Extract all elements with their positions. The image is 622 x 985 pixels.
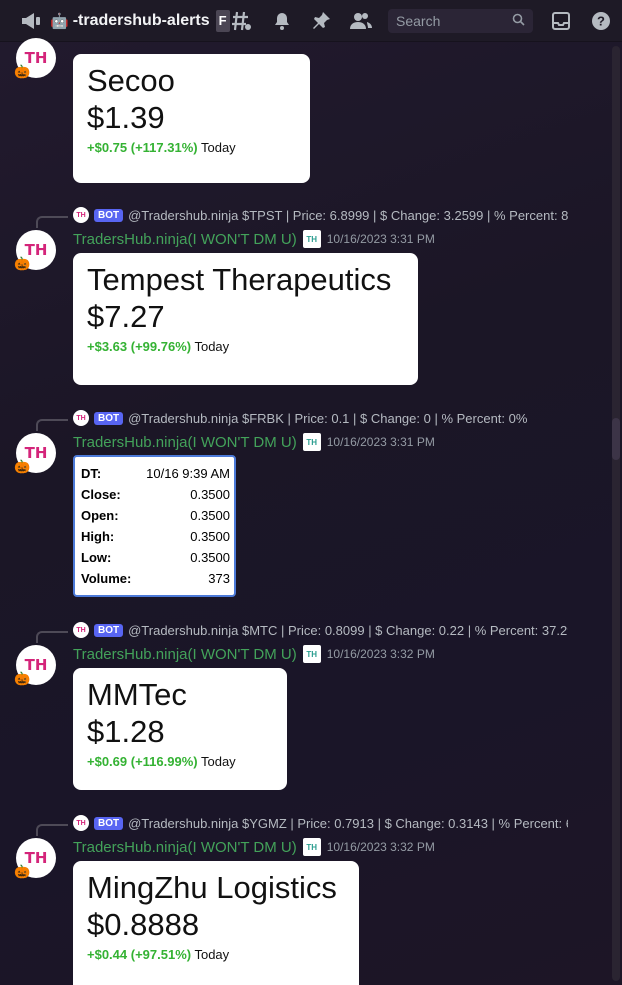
reply-connector (36, 216, 68, 228)
stock-price: $1.39 (87, 100, 165, 136)
search-input[interactable]: Search (388, 9, 533, 33)
stock-change: +$0.69 (+116.99%) Today (87, 754, 236, 770)
reply-preview[interactable]: TH BOT @Tradershub.ninja $YGMZ | Price: … (73, 815, 568, 831)
reply-connector (36, 631, 68, 643)
timestamp: 10/16/2023 3:32 PM (326, 840, 435, 854)
channel-name: 🤖 -tradershub-alerts (50, 11, 210, 30)
table-row: Volume: 373 (81, 571, 230, 586)
table-row: Low: 0.3500 (81, 550, 230, 565)
pumpkin-icon: 🎃 (14, 65, 31, 80)
message-header: TradersHub.ninja(I WON'T DM U) TH 10/16/… (73, 645, 435, 663)
stock-price: $0.8888 (87, 907, 200, 943)
username[interactable]: TradersHub.ninja(I WON'T DM U) (73, 646, 297, 663)
mini-avatar: TH (73, 622, 89, 638)
reply-preview[interactable]: TH BOT @Tradershub.ninja $FRBK | Price: … (73, 410, 568, 426)
stock-change: +$3.63 (+99.76%) Today (87, 339, 230, 355)
reply-text: @Tradershub.ninja $MTC | Price: 0.8099 |… (128, 622, 568, 638)
pumpkin-icon: 🎃 (14, 257, 31, 272)
role-icon: TH (302, 433, 321, 451)
role-icon: TH (302, 645, 321, 663)
timestamp: 10/16/2023 3:31 PM (326, 435, 435, 449)
pin-icon[interactable] (310, 10, 332, 32)
stock-card[interactable]: MingZhu Logistics $0.8888 +$0.44 (+97.51… (73, 861, 359, 985)
threads-icon[interactable] (231, 10, 253, 32)
stock-change: +$0.75 (+117.31%) Today (87, 140, 236, 156)
avatar[interactable]: TH 🎃 (14, 230, 56, 272)
pumpkin-icon: 🎃 (14, 672, 31, 687)
ohlc-table[interactable]: DT: 10/16 9:39 AM Close: 0.3500 Open: 0.350… (73, 455, 236, 597)
mini-avatar: TH (73, 410, 89, 426)
announcement-channel-icon (20, 12, 42, 30)
stock-name: Tempest Therapeutics (87, 262, 392, 297)
avatar[interactable]: TH 🎃 (14, 838, 56, 880)
timestamp: 10/16/2023 3:31 PM (326, 232, 435, 246)
bot-badge: BOT (94, 623, 124, 637)
svg-text:?: ? (597, 14, 605, 29)
stock-card[interactable]: Tempest Therapeutics $7.27 +$3.63 (+99.7… (73, 253, 418, 385)
stock-change: +$0.44 (+97.51%) Today (87, 947, 230, 963)
bot-badge: BOT (94, 411, 124, 425)
reply-connector (36, 824, 68, 836)
reply-preview[interactable]: TH BOT @Tradershub.ninja $TPST | Price: … (73, 207, 568, 223)
search-icon (512, 13, 525, 29)
table-row: High: 0.3500 (81, 529, 230, 544)
scrollbar-thumb[interactable] (612, 418, 620, 460)
mini-avatar: TH (73, 207, 89, 223)
robot-emoji-icon: 🤖 (50, 12, 69, 30)
reply-text: @Tradershub.ninja $TPST | Price: 6.8999 … (128, 207, 568, 223)
channel-header: 🤖 -tradershub-alerts F Search ? (0, 0, 622, 42)
inbox-icon[interactable] (550, 10, 572, 32)
stock-card[interactable]: Secoo $1.39 +$0.75 (+117.31%) Today (73, 54, 310, 183)
username[interactable]: TradersHub.ninja(I WON'T DM U) (73, 839, 297, 856)
bot-badge: BOT (94, 816, 124, 830)
message-header: TradersHub.ninja(I WON'T DM U) TH 10/16/… (73, 838, 435, 856)
help-icon[interactable]: ? (590, 10, 612, 32)
stock-name: MMTec (87, 677, 187, 712)
stock-price: $7.27 (87, 299, 165, 335)
reply-preview[interactable]: TH BOT @Tradershub.ninja $MTC | Price: 0… (73, 622, 568, 638)
avatar[interactable]: TH 🎃 (14, 645, 56, 687)
message-header: TradersHub.ninja(I WON'T DM U) TH 10/16/… (73, 433, 435, 451)
table-row: DT: 10/16 9:39 AM (81, 466, 230, 481)
username[interactable]: TradersHub.ninja(I WON'T DM U) (73, 231, 297, 248)
scrollbar-track[interactable] (612, 46, 620, 981)
reply-text: @Tradershub.ninja $FRBK | Price: 0.1 | $… (128, 410, 528, 426)
stock-name: MingZhu Logistics (87, 870, 337, 905)
table-row: Open: 0.3500 (81, 508, 230, 523)
reply-text: @Tradershub.ninja $YGMZ | Price: 0.7913 … (128, 815, 568, 831)
pumpkin-icon: 🎃 (14, 460, 31, 475)
notification-bell-icon[interactable] (271, 10, 293, 32)
mini-avatar: TH (73, 815, 89, 831)
message-header: TradersHub.ninja(I WON'T DM U) TH 10/16/… (73, 230, 435, 248)
bot-badge: BOT (94, 208, 124, 222)
username[interactable]: TradersHub.ninja(I WON'T DM U) (73, 434, 297, 451)
stock-name: Secoo (87, 63, 175, 98)
stock-card[interactable]: MMTec $1.28 +$0.69 (+116.99%) Today (73, 668, 287, 790)
pumpkin-icon: 🎃 (14, 865, 31, 880)
stock-price: $1.28 (87, 714, 165, 750)
table-row: Close: 0.3500 (81, 487, 230, 502)
reply-connector (36, 419, 68, 431)
avatar[interactable]: TH 🎃 (14, 433, 56, 475)
role-icon: TH (302, 230, 321, 248)
avatar[interactable]: TH 🎃 (14, 38, 56, 80)
timestamp: 10/16/2023 3:32 PM (326, 647, 435, 661)
channel-topic-stub[interactable]: F (215, 9, 230, 32)
member-list-icon[interactable] (350, 10, 372, 32)
role-icon: TH (302, 838, 321, 856)
